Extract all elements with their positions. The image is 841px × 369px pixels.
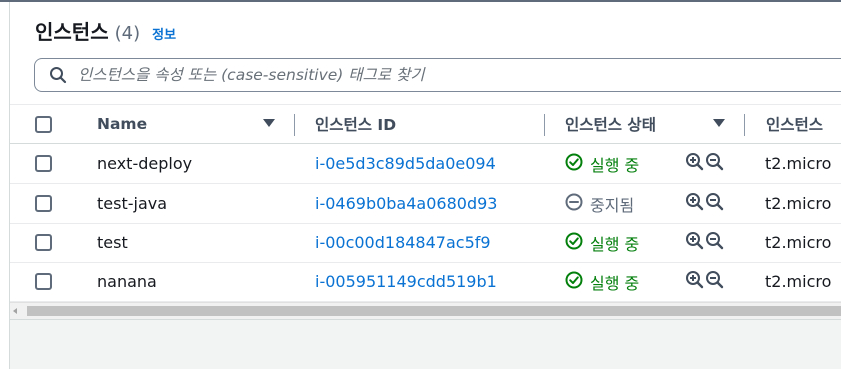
instance-count: (4) [114,23,141,44]
table-header: Name 인스턴스 ID 인스턴스 상태 인스턴스 [10,105,841,144]
table-row[interactable]: nanana i-005951149cdd519b1 실행 중 t2.micro [10,262,841,302]
table-footer [10,319,841,369]
row-checkbox[interactable] [35,234,52,251]
top-border [0,0,841,2]
scrollbar-thumb[interactable] [27,306,841,316]
state-label: 중지됨 [590,195,635,215]
search-icon [48,65,68,85]
table-row[interactable]: next-deploy i-0e5d3c89d5da0e094 실행 중 t2.… [10,144,841,184]
zoom-in-icon[interactable] [685,152,705,176]
horizontal-scrollbar[interactable] [10,302,841,319]
zoom-out-icon[interactable] [705,270,725,294]
zoom-out-icon[interactable] [705,192,725,216]
caret-down-icon[interactable] [263,119,275,127]
table-row[interactable]: test-java i-0469b0ba4a0680d93 중지됨 t2.mic… [10,184,841,224]
instance-type: t2.micro [765,154,832,173]
instance-id-link[interactable]: i-00c00d184847ac5f9 [315,223,491,262]
instance-state: 중지됨 [565,184,634,223]
select-all-checkbox[interactable] [35,116,52,133]
caret-down-icon[interactable] [713,119,725,127]
instance-id-link[interactable]: i-0469b0ba4a0680d93 [315,184,497,223]
row-checkbox[interactable] [35,273,52,290]
info-link[interactable]: 정보 [152,24,176,43]
column-divider[interactable] [744,114,745,136]
check-circle-icon [565,232,583,254]
zoom-in-icon[interactable] [685,192,705,216]
instance-name: test [97,233,128,252]
instance-id-link[interactable]: i-005951149cdd519b1 [315,262,497,301]
instance-type: t2.micro [765,194,832,213]
zoom-in-icon[interactable] [685,270,705,294]
check-circle-icon [565,271,583,293]
column-header-instance-type[interactable]: 인스턴스 [766,105,823,143]
state-label: 실행 중 [590,234,640,254]
table-row[interactable]: test i-00c00d184847ac5f9 실행 중 t2.micro [10,223,841,263]
state-label: 실행 중 [590,273,640,293]
zoom-in-icon[interactable] [685,231,705,255]
state-filter-actions [685,184,725,223]
zoom-out-icon[interactable] [705,231,725,255]
page-header: 인스턴스 (4) 정보 [35,16,176,46]
column-divider[interactable] [294,114,295,136]
instance-type: t2.micro [765,233,832,252]
search-bar[interactable] [34,58,841,92]
instance-state: 실행 중 [565,223,639,262]
minus-circle-icon [565,193,583,215]
zoom-out-icon[interactable] [705,152,725,176]
state-filter-actions [685,144,725,183]
row-checkbox[interactable] [35,195,52,212]
instance-name: next-deploy [97,154,193,173]
search-input[interactable] [78,61,818,89]
scroll-left-arrow-icon[interactable] [13,308,17,314]
instance-state: 실행 중 [565,144,639,183]
page-title: 인스턴스 [35,20,109,44]
instance-state: 실행 중 [565,262,639,301]
state-label: 실행 중 [590,155,640,175]
column-header-instance-state[interactable]: 인스턴스 상태 [565,105,656,143]
column-header-name[interactable]: Name [97,105,147,143]
instance-name: nanana [97,272,157,291]
instance-id-link[interactable]: i-0e5d3c89d5da0e094 [315,144,496,183]
row-checkbox[interactable] [35,155,52,172]
state-filter-actions [685,262,725,301]
state-filter-actions [685,223,725,262]
instance-name: test-java [97,194,168,213]
check-circle-icon [565,153,583,175]
column-divider[interactable] [544,114,545,136]
instance-type: t2.micro [765,272,832,291]
column-header-instance-id[interactable]: 인스턴스 ID [315,105,396,143]
